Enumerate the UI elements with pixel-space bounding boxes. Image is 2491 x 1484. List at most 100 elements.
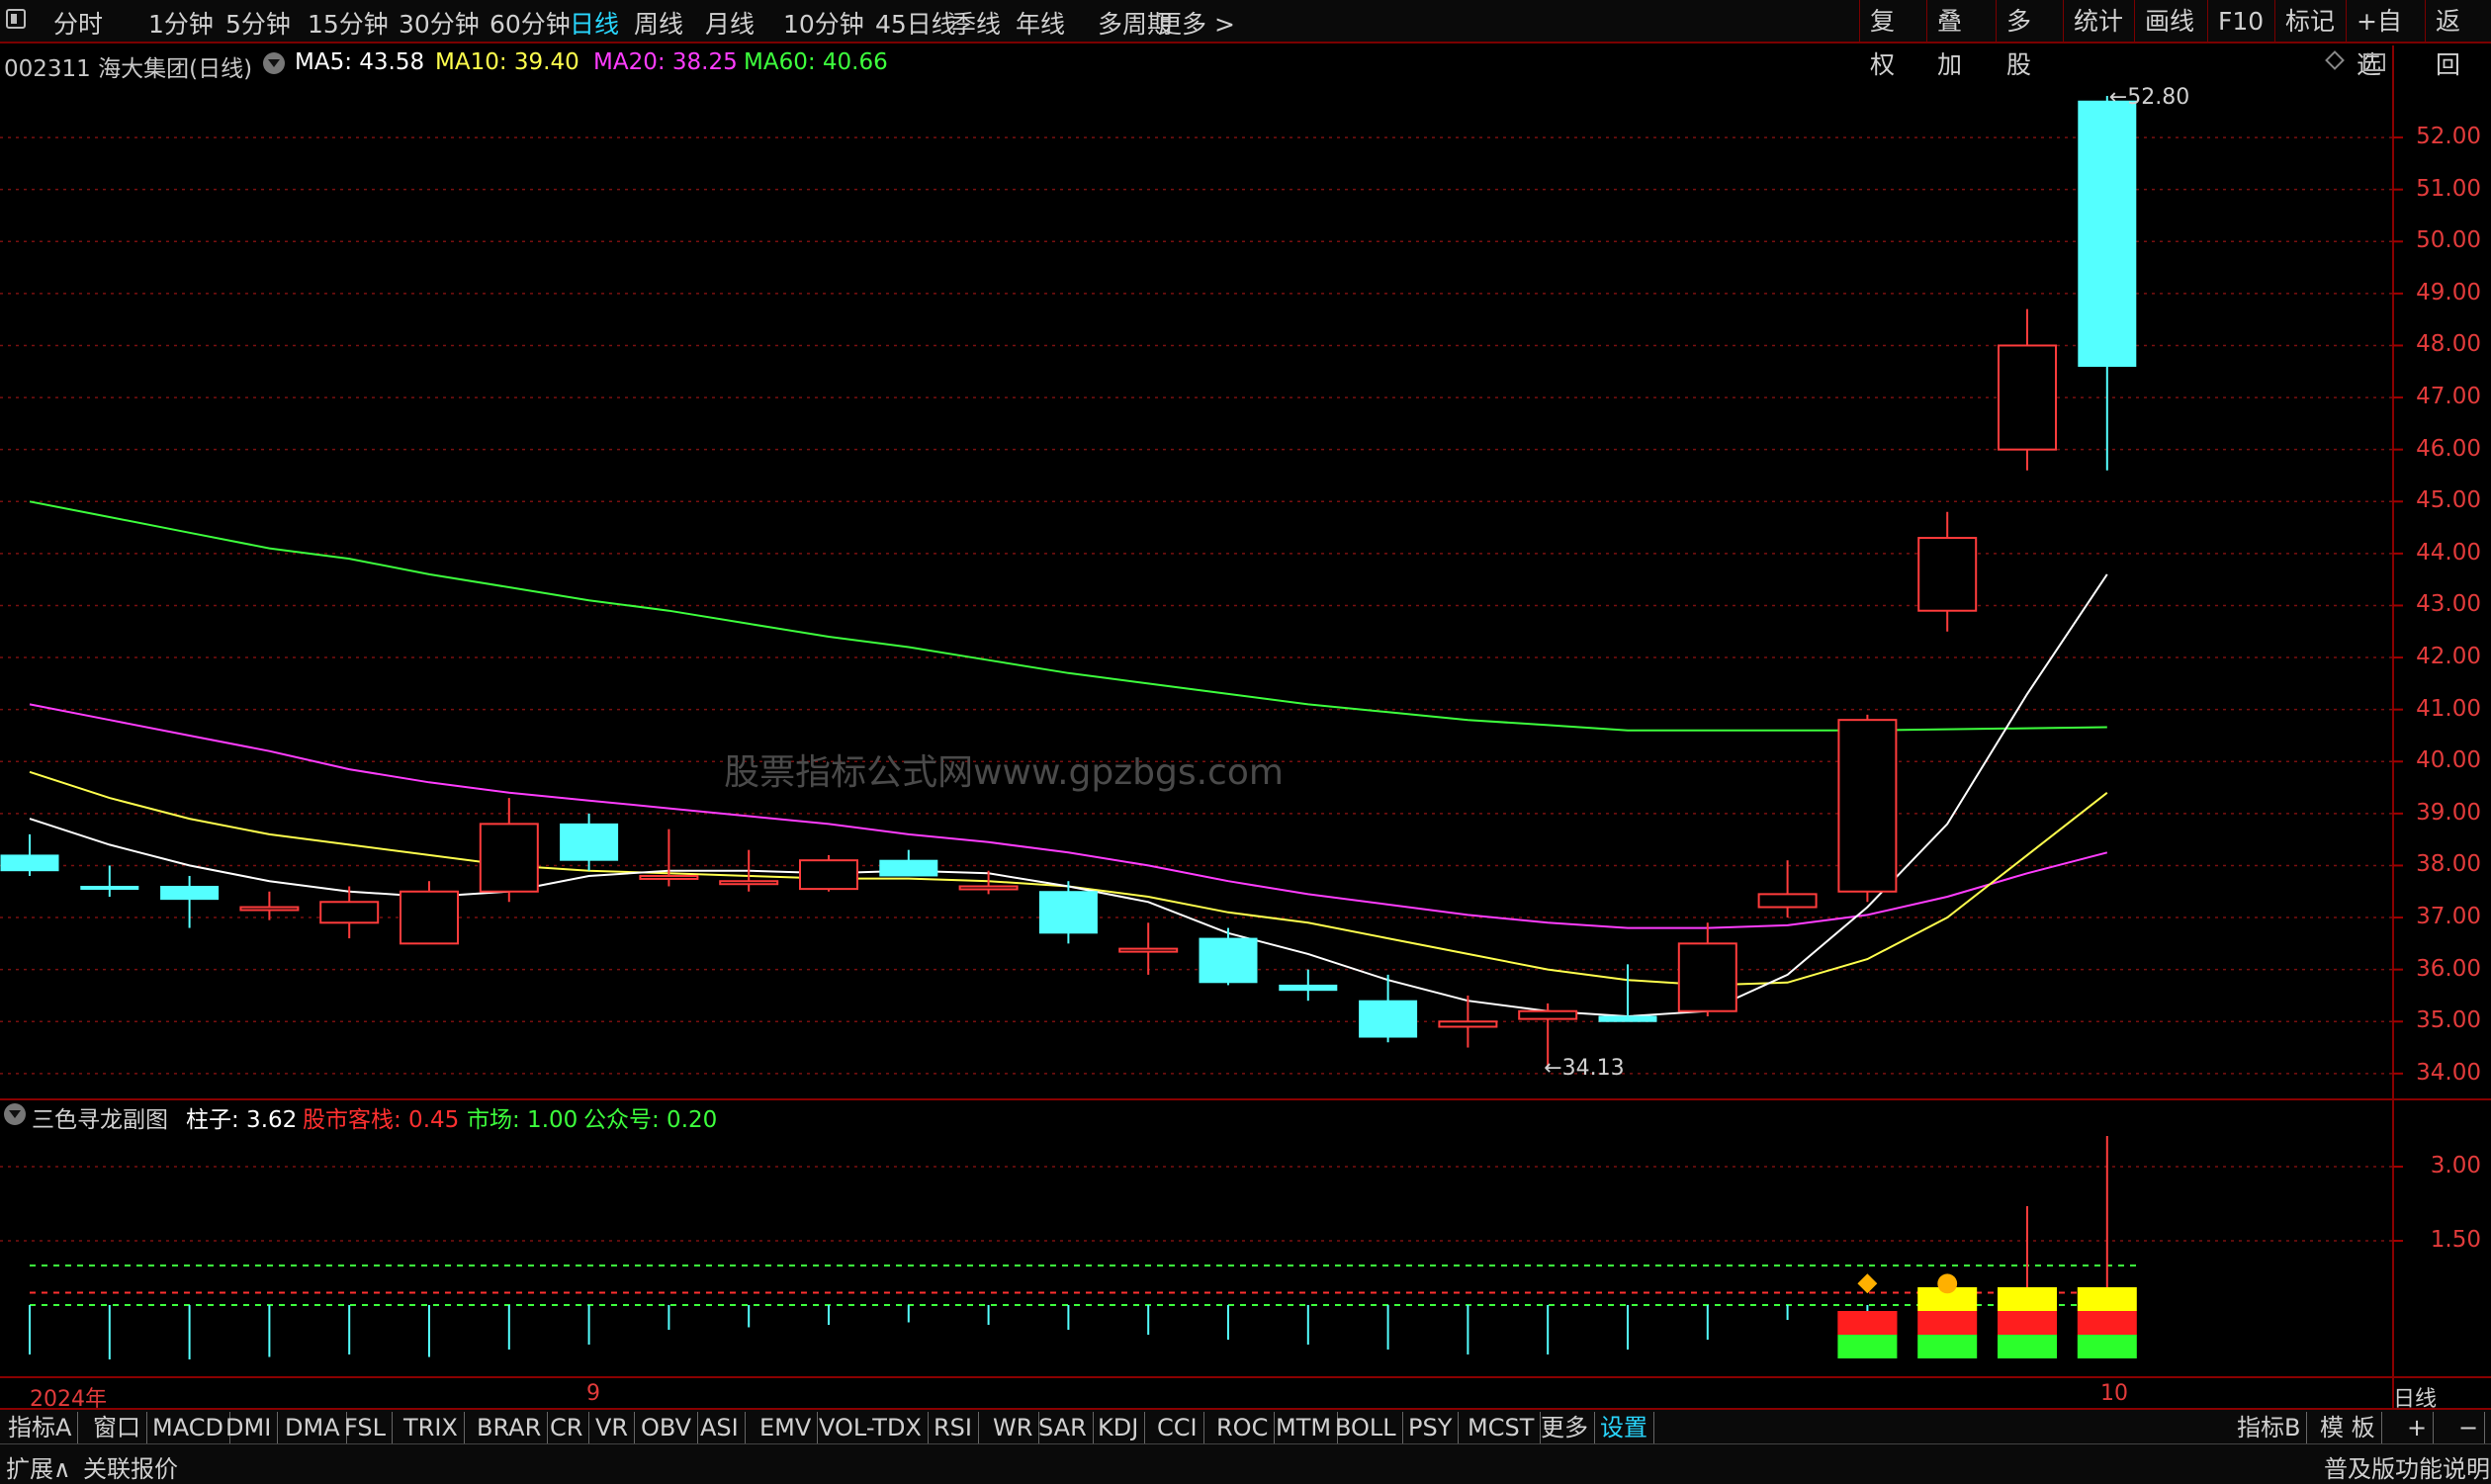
- price-axis-label: 52.00: [2416, 124, 2481, 150]
- sub-chart-title: 三色寻龙副图: [32, 1107, 168, 1133]
- price-axis-label: 42.00: [2416, 644, 2481, 670]
- indicator-tab-0[interactable]: 指标A: [2, 1412, 79, 1443]
- candle: [1998, 308, 2057, 471]
- tri-color-block: [1998, 1287, 2057, 1311]
- high-marker: ←52.80: [2109, 85, 2189, 110]
- toolbar-button-7[interactable]: +自选: [2346, 0, 2425, 79]
- indicator-tab-25[interactable]: 设置: [1594, 1412, 1654, 1443]
- time-axis-month-9: 9: [586, 1381, 600, 1406]
- tri-color-block: [2077, 1335, 2137, 1358]
- candle: [1677, 922, 1737, 1016]
- indicator-tab-18[interactable]: CCI: [1151, 1412, 1204, 1443]
- period-tab-9[interactable]: 10分钟: [783, 5, 864, 41]
- indicator-tab-8[interactable]: CR: [544, 1412, 590, 1443]
- tri-color-block: [1998, 1335, 2057, 1358]
- indicator-tab-24[interactable]: 更多: [1535, 1412, 1595, 1443]
- toolbar-button-0[interactable]: 复权: [1859, 0, 1926, 79]
- toolbar-button-6[interactable]: 标记: [2274, 0, 2346, 44]
- indicator-tab-22[interactable]: PSY: [1402, 1412, 1460, 1443]
- candle: [160, 875, 220, 928]
- period-tab-1[interactable]: 1分钟: [148, 5, 214, 41]
- indicator-right-0[interactable]: 指标B: [2231, 1412, 2308, 1443]
- related-quote-button[interactable]: 关联报价: [83, 1449, 178, 1484]
- indicator-right-3[interactable]: −: [2452, 1412, 2486, 1443]
- price-axis-label: 37.00: [2416, 904, 2481, 930]
- period-tab-14[interactable]: 更多 >: [1157, 5, 1235, 41]
- price-axis-label: 45.00: [2416, 487, 2481, 514]
- price-axis-label: 39.00: [2416, 799, 2481, 826]
- tri-color-block: [2077, 1287, 2137, 1311]
- period-tab-6[interactable]: 日线: [570, 5, 619, 41]
- candlestick-chart[interactable]: 股票指标公式网www.gpzbgs.com ←52.80 ←34.13 ◆ ●: [0, 45, 2491, 1484]
- indicator-tab-2[interactable]: MACD: [146, 1412, 230, 1443]
- toolbar-button-8[interactable]: 返回: [2425, 0, 2491, 79]
- indicator-tab-19[interactable]: ROC: [1210, 1412, 1276, 1443]
- indicator-tab-5[interactable]: FSL: [338, 1412, 393, 1443]
- price-axis-label: 36.00: [2416, 955, 2481, 982]
- sub-value-1: 股市客栈: 0.45: [303, 1107, 460, 1133]
- time-axis-month-10: 10: [2100, 1381, 2128, 1406]
- price-axis-label: 48.00: [2416, 331, 2481, 358]
- sub-axis-label: 1.50: [2430, 1227, 2481, 1253]
- candle: [1757, 860, 1818, 918]
- indicator-tab-3[interactable]: DMI: [220, 1412, 279, 1443]
- indicator-tab-14[interactable]: RSI: [928, 1412, 979, 1443]
- tri-color-block: [1998, 1311, 2057, 1335]
- price-axis-label: 38.00: [2416, 851, 2481, 878]
- period-tab-0[interactable]: 分时: [53, 5, 103, 41]
- panel-toggle-icon[interactable]: [6, 9, 26, 29]
- indicator-tab-11[interactable]: ASI: [694, 1412, 746, 1443]
- layout-toggle-icon[interactable]: [2363, 53, 2385, 71]
- candle: [1118, 922, 1179, 975]
- period-tab-5[interactable]: 60分钟: [489, 5, 571, 41]
- tri-color-block: [2077, 1311, 2137, 1335]
- period-tab-12[interactable]: 年线: [1016, 5, 1065, 41]
- sub-axis-label: 3.00: [2430, 1153, 2481, 1178]
- period-tab-4[interactable]: 30分钟: [399, 5, 480, 41]
- candle: [1199, 927, 1258, 986]
- feature-help-link[interactable]: 普及版功能说明: [2324, 1449, 2490, 1484]
- indicator-right-1[interactable]: 模 板: [2314, 1412, 2382, 1443]
- settings-dropdown-icon[interactable]: [263, 52, 285, 74]
- indicator-tab-21[interactable]: BOLL: [1329, 1412, 1403, 1443]
- period-tab-3[interactable]: 15分钟: [308, 5, 389, 41]
- toolbar-button-2[interactable]: 多股: [1996, 0, 2063, 79]
- price-axis-label: 44.00: [2416, 539, 2481, 566]
- period-tab-7[interactable]: 周线: [634, 5, 683, 41]
- expand-toggle[interactable]: 扩展∧: [6, 1449, 71, 1484]
- indicator-tab-17[interactable]: KDJ: [1092, 1412, 1146, 1443]
- indicator-tab-1[interactable]: 窗口: [87, 1412, 147, 1443]
- candle: [1837, 714, 1898, 903]
- tri-color-block: [1917, 1335, 1978, 1358]
- indicator-tab-23[interactable]: MCST: [1462, 1412, 1542, 1443]
- toolbar-button-5[interactable]: F10: [2207, 0, 2274, 44]
- indicator-tab-13[interactable]: VOL-TDX: [813, 1412, 929, 1443]
- candle: [2078, 96, 2137, 471]
- price-axis-label: 40.00: [2416, 747, 2481, 774]
- sub-dropdown-icon[interactable]: [4, 1103, 26, 1125]
- period-tab-10[interactable]: 45日线: [875, 5, 956, 41]
- candle: [1598, 964, 1657, 1022]
- indicator-tab-12[interactable]: EMV: [754, 1412, 819, 1443]
- indicator-tab-9[interactable]: VR: [589, 1412, 636, 1443]
- period-tab-2[interactable]: 5分钟: [225, 5, 291, 41]
- candle: [1917, 511, 1978, 632]
- toolbar-button-3[interactable]: 统计: [2063, 0, 2134, 44]
- toolbar-button-1[interactable]: 叠加: [1926, 0, 1996, 79]
- toolbar-button-4[interactable]: 画线: [2134, 0, 2207, 44]
- indicator-tab-20[interactable]: MTM: [1270, 1412, 1339, 1443]
- indicator-tab-4[interactable]: DMA: [279, 1412, 347, 1443]
- indicator-tab-6[interactable]: TRIX: [398, 1412, 465, 1443]
- indicator-right-2[interactable]: +: [2401, 1412, 2435, 1443]
- ma10-line: [29, 770, 2108, 987]
- stock-title: 002311 海大集团(日线): [4, 56, 253, 82]
- price-axis-label: 47.00: [2416, 384, 2481, 410]
- price-axis-label: 50.00: [2416, 227, 2481, 254]
- indicator-tab-10[interactable]: OBV: [635, 1412, 699, 1443]
- indicator-tab-16[interactable]: SAR: [1032, 1412, 1094, 1443]
- status-bar: [0, 1443, 2491, 1484]
- indicator-tab-7[interactable]: BRAR: [471, 1412, 549, 1443]
- period-tab-8[interactable]: 月线: [705, 5, 755, 41]
- period-tab-11[interactable]: 季线: [951, 5, 1001, 41]
- price-axis-label: 34.00: [2416, 1059, 2481, 1086]
